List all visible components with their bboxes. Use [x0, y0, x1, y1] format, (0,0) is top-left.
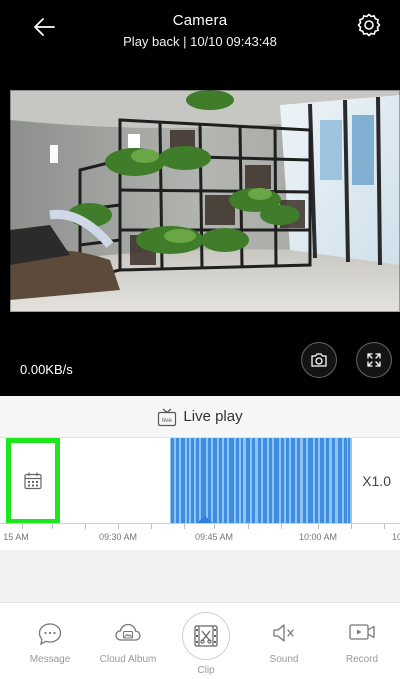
timeline-tick [85, 524, 86, 529]
recording-stripe [286, 438, 289, 524]
recording-stripe [236, 438, 239, 524]
recording-stripe [219, 438, 222, 524]
recording-stripe [338, 438, 342, 524]
clip-icon [194, 625, 218, 647]
fullscreen-button[interactable] [356, 342, 392, 378]
recording-stripe [191, 438, 194, 524]
recording-segments[interactable] [0, 438, 400, 524]
top-bar: Camera Play back | 10/10 09:43:48 [0, 0, 400, 90]
recording-stripe [258, 438, 261, 524]
live-tv-icon: live [158, 408, 177, 426]
clip-button[interactable]: Clip [166, 603, 246, 679]
timeline-tick [318, 524, 319, 529]
sound-button[interactable]: Sound [244, 603, 324, 679]
recording-stripe [291, 438, 295, 524]
fullscreen-icon [367, 353, 381, 367]
message-label: Message [29, 654, 71, 665]
timeline-tick [384, 524, 385, 529]
recording-stripe [332, 438, 335, 524]
recording-stripe [229, 438, 234, 524]
recording-stripe [320, 438, 324, 524]
recording-stripe [308, 438, 313, 524]
cloud-album-icon [115, 623, 141, 641]
recording-stripe [326, 438, 329, 524]
message-icon [38, 623, 62, 646]
recording-stripe [269, 438, 272, 524]
tick-label-0930: 09:30 AM [98, 532, 138, 542]
camera-feed-image[interactable] [10, 90, 400, 312]
video-player[interactable]: 0.00KB/s [0, 90, 400, 396]
live-play-button[interactable]: live Live play [0, 396, 400, 438]
sound-muted-icon [273, 624, 294, 642]
message-button[interactable]: Message [10, 603, 90, 679]
recording-stripe [241, 438, 243, 524]
recording-stripe [252, 438, 255, 524]
timeline-tick [151, 524, 152, 529]
recording-stripe [196, 438, 199, 524]
live-badge: live [163, 417, 173, 424]
clip-label: Clip [197, 665, 215, 676]
camera-icon [311, 353, 327, 367]
timeline-tick [214, 524, 215, 529]
calendar-button[interactable] [6, 438, 60, 524]
sound-label: Sound [269, 654, 299, 665]
page-title: Camera [172, 12, 228, 29]
recording-stripe [171, 438, 174, 524]
playback-timeline[interactable]: X1.0 15 AM 09:30 AM 09:45 AM 10:00 AM 10 [0, 438, 400, 568]
timeline-tick [351, 524, 352, 529]
cloud-album-label: Cloud Album [99, 654, 157, 665]
timeline-tick [52, 524, 53, 529]
clip-circle[interactable] [182, 612, 230, 660]
tick-label-1000: 10:00 AM [298, 532, 338, 542]
recording-stripe [348, 438, 350, 524]
timeline-tick [248, 524, 249, 529]
cloud-album-button[interactable]: Cloud Album [88, 603, 168, 679]
recording-stripe [315, 438, 318, 524]
recording-stripe [208, 438, 211, 524]
recording-stripe [176, 438, 179, 524]
timeline-tick [281, 524, 282, 529]
recording-stripe [187, 438, 189, 524]
tick-label-0945: 09:45 AM [194, 532, 234, 542]
snapshot-button[interactable] [301, 342, 337, 378]
record-icon [349, 624, 375, 640]
timeline-tick [22, 524, 23, 529]
recording-stripe [263, 438, 267, 524]
playback-timestamp: Play back | 10/10 09:43:48 [123, 34, 277, 49]
gear-icon [357, 13, 381, 37]
recording-stripe [281, 438, 284, 524]
recording-stripe [344, 438, 347, 524]
recording-stripe [274, 438, 279, 524]
live-play-label: Live play [183, 408, 243, 425]
recording-stripe [246, 438, 250, 524]
bitrate-readout: 0.00KB/s [20, 362, 73, 377]
timeline-axis [0, 523, 400, 524]
playback-speed[interactable]: X1.0 [362, 473, 391, 489]
calendar-icon [24, 472, 42, 490]
settings-button[interactable] [356, 12, 382, 38]
recording-stripe [181, 438, 185, 524]
recording-stripe [213, 438, 217, 524]
timeline-tick [118, 524, 119, 529]
recording-stripe [224, 438, 227, 524]
recording-stripe [297, 438, 300, 524]
timeline-tick [184, 524, 185, 529]
recording-stripe [303, 438, 306, 524]
bottom-toolbar: Message Cloud Album Clip Sound Record [0, 602, 400, 679]
timeline-spacer [0, 550, 400, 602]
recording-stripe [201, 438, 206, 524]
tick-label-0915: 15 AM [3, 532, 29, 542]
record-button[interactable]: Record [322, 603, 400, 679]
tick-label-1015: 10 [391, 532, 400, 542]
record-label: Record [345, 654, 379, 665]
